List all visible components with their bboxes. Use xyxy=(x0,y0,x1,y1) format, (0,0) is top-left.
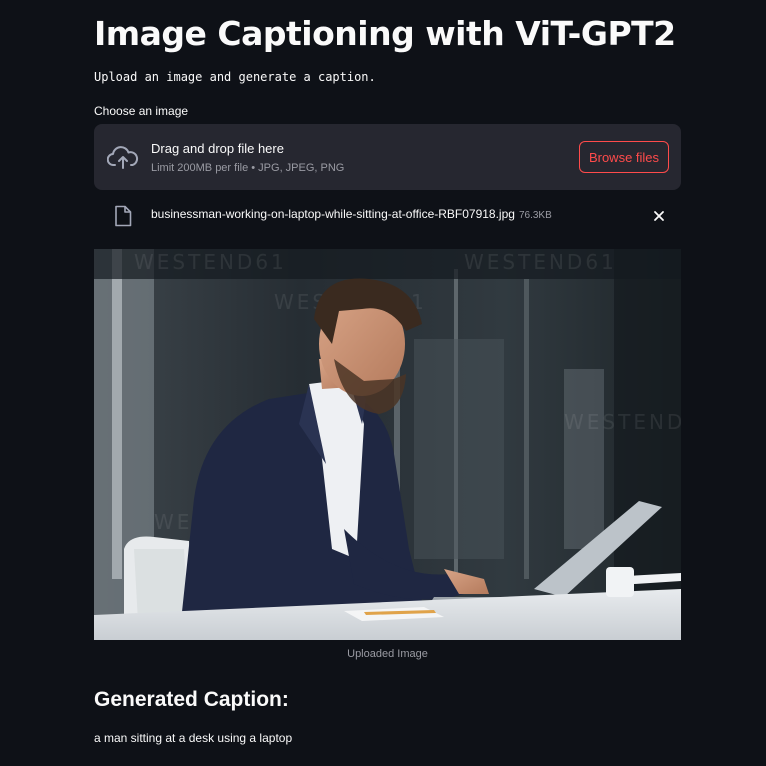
page-title: Image Captioning with ViT-GPT2 xyxy=(94,14,676,53)
uploaded-image: WESTEND61 WESTEND61 WESTEND61 WESTEND61 … xyxy=(94,249,681,640)
dropzone-limit-text: Limit 200MB per file • JPG, JPEG, PNG xyxy=(151,162,345,174)
image-caption: Uploaded Image xyxy=(347,648,428,660)
file-dropzone[interactable]: Drag and drop file here Limit 200MB per … xyxy=(94,124,681,190)
dropzone-instructions: Drag and drop file here xyxy=(151,141,284,156)
close-icon xyxy=(654,211,664,221)
generated-caption-heading: Generated Caption: xyxy=(94,688,289,711)
file-icon xyxy=(115,205,132,227)
svg-text:WESTEND61: WESTEND61 xyxy=(564,410,681,434)
generated-caption-text: a man sitting at a desk using a laptop xyxy=(94,731,293,745)
remove-file-button[interactable] xyxy=(650,207,668,225)
browse-files-button[interactable]: Browse files xyxy=(579,141,669,173)
uploaded-file-size: 76.3KB xyxy=(518,210,552,221)
uploaded-file-item: businessman-working-on-laptop-while-sitt… xyxy=(94,200,681,232)
uploader-label: Choose an image xyxy=(94,104,189,118)
uploaded-file-name: businessman-working-on-laptop-while-sitt… xyxy=(151,207,515,221)
office-photo: WESTEND61 WESTEND61 WESTEND61 WESTEND61 … xyxy=(94,249,681,640)
app-main: Image Captioning with ViT-GPT2 Upload an… xyxy=(0,0,766,766)
cloud-upload-icon xyxy=(107,146,139,169)
page-subtitle: Upload an image and generate a caption. xyxy=(94,70,376,84)
svg-text:WESTEND61: WESTEND61 xyxy=(464,250,617,274)
svg-text:WESTEND61: WESTEND61 xyxy=(134,250,287,274)
